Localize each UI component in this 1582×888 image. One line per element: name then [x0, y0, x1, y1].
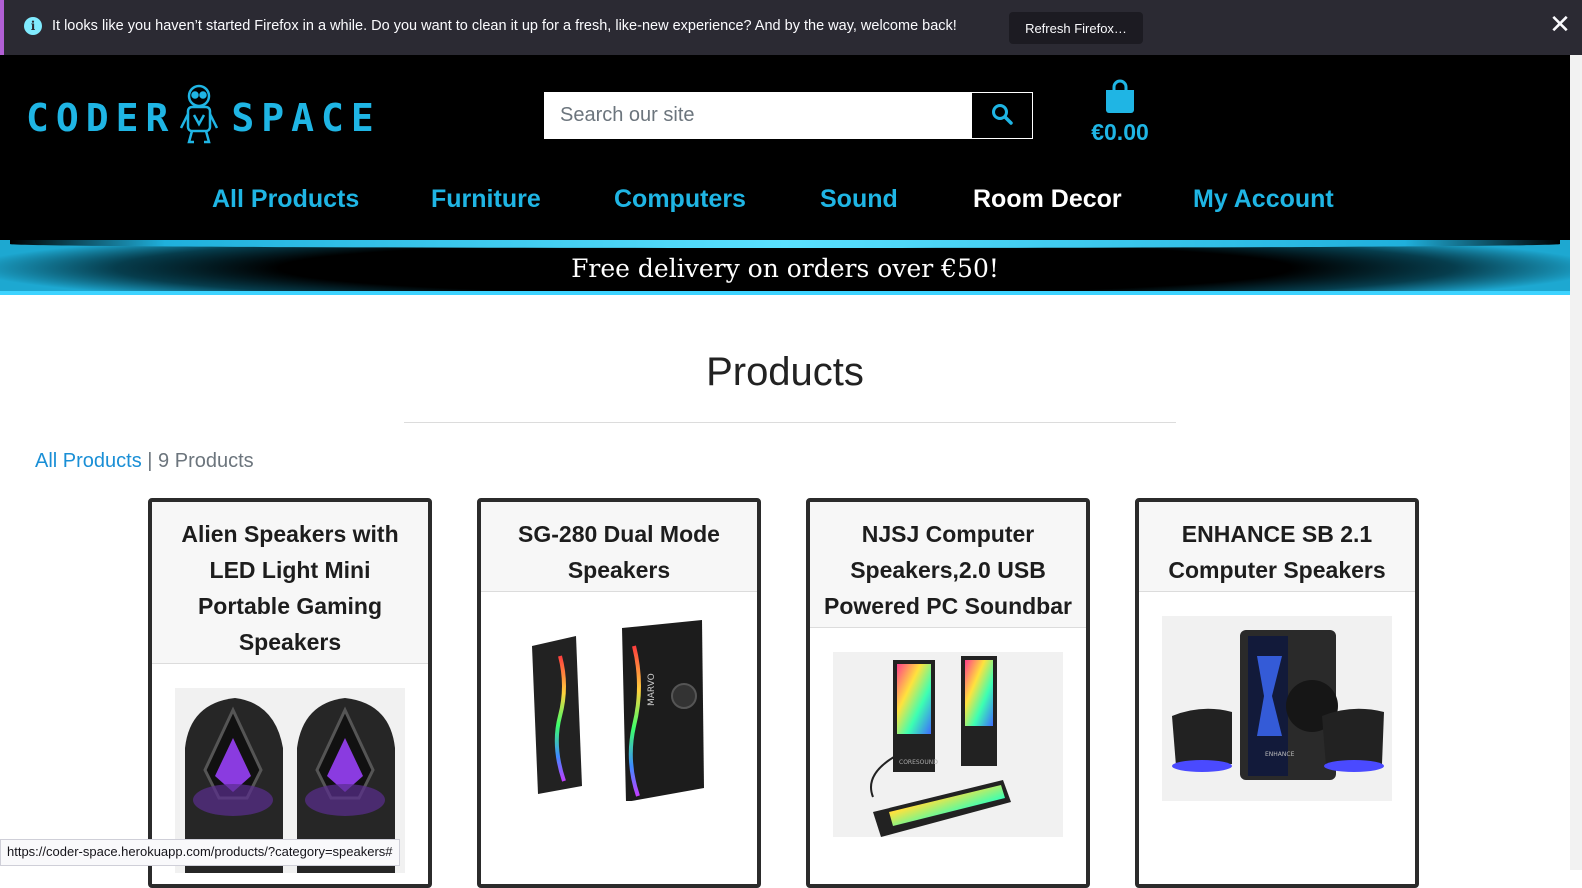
- nav-computers[interactable]: Computers: [614, 185, 746, 214]
- search-button[interactable]: [971, 92, 1033, 139]
- main-nav: All Products Furniture Computers Sound R…: [0, 183, 1570, 223]
- product-name: Alien Speakers with LED Light Mini Porta…: [152, 502, 428, 664]
- product-card[interactable]: NJSJ Computer Speakers,2.0 USB Powered P…: [806, 498, 1090, 888]
- status-bar-url: https://coder-space.herokuapp.com/produc…: [0, 839, 400, 866]
- brand-label: CORESOUND: [899, 759, 938, 766]
- separator: |: [147, 450, 153, 472]
- firefox-notification-bar: i It looks like you haven’t started Fire…: [0, 0, 1582, 55]
- notification-message: It looks like you haven’t started Firefo…: [52, 18, 957, 34]
- nav-my-account[interactable]: My Account: [1193, 185, 1334, 214]
- rgb-soundbar-speakers-image[interactable]: CORESOUND: [833, 652, 1063, 837]
- product-name: ENHANCE SB 2.1 Computer Speakers: [1139, 502, 1415, 592]
- nav-sound[interactable]: Sound: [820, 185, 898, 214]
- page-title: Products: [706, 350, 864, 394]
- shopping-bag-link[interactable]: €0.00: [1085, 79, 1155, 146]
- banner-glow: [10, 240, 1560, 248]
- subwoofer-speakers-image[interactable]: ENHANCE: [1162, 616, 1392, 801]
- search-input[interactable]: [544, 92, 968, 139]
- cart-total: €0.00: [1091, 119, 1149, 145]
- delivery-banner-text: Free delivery on orders over €50!: [571, 254, 999, 283]
- product-name: NJSJ Computer Speakers,2.0 USB Powered P…: [810, 502, 1086, 628]
- close-icon[interactable]: ✕: [1546, 11, 1574, 39]
- product-name: SG-280 Dual Mode Speakers: [481, 502, 757, 592]
- nav-all-products[interactable]: All Products: [212, 185, 359, 214]
- delivery-banner: Free delivery on orders over €50!: [0, 240, 1570, 295]
- nav-room-decor[interactable]: Room Decor: [973, 185, 1122, 214]
- site-logo[interactable]: CODER SPACE: [26, 84, 381, 150]
- nav-furniture[interactable]: Furniture: [431, 185, 541, 214]
- search-bar: [543, 91, 1034, 140]
- site-header: CODER SPACE Search our site €0.00 All Pr…: [0, 55, 1570, 240]
- product-card[interactable]: ENHANCE SB 2.1 Computer Speakers ENHANCE: [1135, 498, 1419, 888]
- page-scrollbar[interactable]: [1570, 55, 1582, 870]
- brand-label: ENHANCE: [1265, 751, 1295, 758]
- info-icon: i: [24, 17, 42, 35]
- search-icon: [991, 103, 1013, 129]
- title-divider: [404, 422, 1176, 423]
- brand-label: MARVO: [647, 673, 657, 706]
- robot-icon: [179, 82, 219, 155]
- product-card[interactable]: Alien Speakers with LED Light Mini Porta…: [148, 498, 432, 888]
- logo-text-left: CODER: [26, 96, 176, 140]
- product-count-bar: All Products | 9 Products: [35, 450, 254, 473]
- logo-text-right: SPACE: [231, 96, 381, 140]
- product-count: 9 Products: [158, 450, 254, 472]
- product-card[interactable]: SG-280 Dual Mode Speakers MARVO: [477, 498, 761, 888]
- refresh-firefox-button[interactable]: Refresh Firefox…: [1009, 12, 1143, 44]
- shopping-bag-icon: [1104, 79, 1136, 117]
- all-products-link[interactable]: All Products: [35, 450, 142, 472]
- rgb-tower-speakers-image[interactable]: MARVO: [504, 616, 734, 801]
